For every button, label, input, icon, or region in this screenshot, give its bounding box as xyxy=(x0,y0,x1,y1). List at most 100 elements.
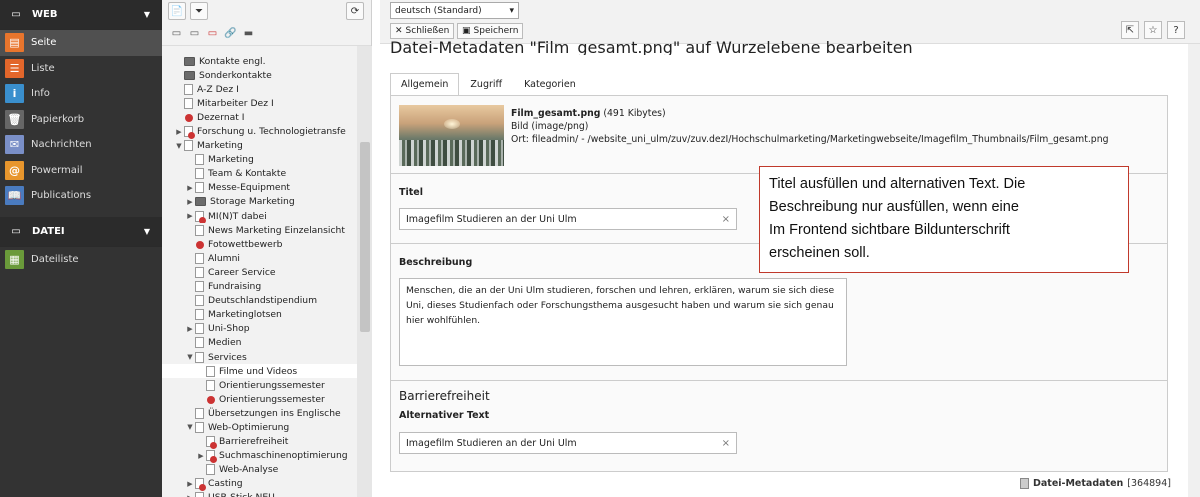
tree-node[interactable]: Medien xyxy=(162,336,358,350)
tree-node[interactable]: ▶ Suchmaschinenoptimierung xyxy=(162,449,358,463)
tree-node[interactable]: Career Service xyxy=(162,265,358,279)
module-item-dateiliste[interactable]: ▦ Dateiliste xyxy=(0,247,162,273)
tree-node[interactable]: Mitarbeiter Dez I xyxy=(162,96,358,110)
tree-node[interactable]: ▶ MI(N)T dabei xyxy=(162,209,358,224)
page-icon[interactable] xyxy=(206,464,215,476)
tree-node[interactable]: Übersetzungen ins Englische xyxy=(162,406,358,420)
alt-text-input[interactable]: Imagefilm Studieren an der Uni Ulm × xyxy=(399,432,737,454)
refresh-icon[interactable]: ⟳ xyxy=(346,2,364,20)
tree-node[interactable]: Marketing xyxy=(162,153,358,167)
tree-node[interactable]: Marketinglotsen xyxy=(162,308,358,322)
page-icon[interactable] xyxy=(195,266,204,278)
page-type-icon[interactable]: ▭ xyxy=(189,27,200,39)
expand-toggle-icon[interactable]: ▶ xyxy=(174,128,184,136)
page-icon[interactable] xyxy=(195,239,204,250)
tree-node[interactable]: News Marketing Einzelansicht xyxy=(162,223,358,237)
beschreibung-textarea[interactable]: Menschen, die an der Uni Ulm studieren, … xyxy=(399,278,847,366)
page-icon[interactable] xyxy=(195,168,204,180)
page-icon[interactable] xyxy=(184,97,193,109)
page-icon[interactable] xyxy=(184,140,193,152)
module-item-publications[interactable]: 📖 Publications xyxy=(0,183,162,209)
page-icon[interactable] xyxy=(195,154,204,166)
open-new-window-icon[interactable]: ⇱ xyxy=(1121,21,1139,39)
module-group-0[interactable]: ▭ WEB ▼ xyxy=(0,0,162,30)
tree-node[interactable]: ▶ Casting xyxy=(162,477,358,491)
folder-icon[interactable] xyxy=(195,197,206,207)
page-icon[interactable] xyxy=(195,281,204,293)
tree-node[interactable]: Team & Kontakte xyxy=(162,167,358,181)
expand-toggle-icon[interactable]: ▼ xyxy=(185,423,195,431)
module-item-powermail[interactable]: @ Powermail xyxy=(0,158,162,184)
tree-node[interactable]: Fundraising xyxy=(162,280,358,294)
tree-node[interactable]: A-Z Dez I xyxy=(162,82,358,96)
module-item-liste[interactable]: ☰ Liste xyxy=(0,56,162,82)
tree-node[interactable]: ▶ Messe-Equipment xyxy=(162,181,358,195)
expand-toggle-icon[interactable]: ▼ xyxy=(174,142,184,150)
module-item-info[interactable]: i Info xyxy=(0,81,162,107)
expand-toggle-icon[interactable]: ▶ xyxy=(185,325,195,333)
module-item-seite[interactable]: ▤ Seite xyxy=(0,30,162,56)
page-type-icon[interactable]: ▭ xyxy=(207,27,218,39)
page-icon[interactable] xyxy=(195,407,204,419)
link-icon[interactable]: 🔗 xyxy=(224,27,236,39)
module-group-1[interactable]: ▭ DATEI ▼ xyxy=(0,216,162,247)
tab-allgemein[interactable]: Allgemein xyxy=(390,73,460,96)
module-item-nachrichten[interactable]: ✉ Nachrichten xyxy=(0,132,162,158)
module-item-papierkorb[interactable]: 🗑 Papierkorb xyxy=(0,107,162,133)
expand-toggle-icon[interactable]: ▼ xyxy=(185,353,195,361)
tree-node[interactable]: ▼ Web-Optimierung xyxy=(162,420,358,434)
page-icon[interactable] xyxy=(184,83,193,95)
page-icon[interactable] xyxy=(184,126,195,139)
page-icon[interactable] xyxy=(195,492,204,497)
clear-icon[interactable]: × xyxy=(722,438,730,449)
tree-node[interactable]: ▶USB-Stick NEU xyxy=(162,491,358,497)
page-type-icon[interactable]: ▭ xyxy=(171,27,182,39)
titel-input[interactable]: Imagefilm Studieren an der Uni Ulm × xyxy=(399,208,737,230)
page-icon[interactable] xyxy=(206,379,215,391)
page-icon[interactable] xyxy=(206,450,217,463)
clear-icon[interactable]: × xyxy=(722,214,730,225)
page-icon[interactable] xyxy=(206,436,217,449)
folder-icon[interactable] xyxy=(184,56,195,66)
tree-node[interactable]: Deutschlandstipendium xyxy=(162,294,358,308)
page-icon[interactable] xyxy=(184,112,193,123)
expand-toggle-icon[interactable]: ▶ xyxy=(185,480,195,488)
language-select[interactable]: deutsch (Standard) ▾ xyxy=(390,2,519,19)
tree-scrollbar-thumb[interactable] xyxy=(360,142,370,332)
filter-icon[interactable]: ⏷ xyxy=(190,2,208,20)
help-icon[interactable]: ? xyxy=(1167,21,1185,39)
expand-toggle-icon[interactable]: ▶ xyxy=(185,184,195,192)
tab-zugriff[interactable]: Zugriff xyxy=(459,73,513,96)
folder-icon[interactable] xyxy=(184,70,195,80)
file-thumbnail[interactable] xyxy=(399,105,504,166)
tree-node[interactable]: ▶ Uni-Shop xyxy=(162,322,358,336)
tree-node[interactable]: ▶ Forschung u. Technologietransfe xyxy=(162,124,358,139)
expand-toggle-icon[interactable]: ▶ xyxy=(196,452,206,460)
page-icon[interactable] xyxy=(195,182,204,194)
new-page-icon[interactable]: 📄 xyxy=(168,2,186,20)
tree-node[interactable]: ▼ Services xyxy=(162,350,358,364)
page-icon[interactable] xyxy=(195,210,206,224)
tree-node[interactable]: Orientierungssemester xyxy=(162,378,358,392)
tree-scrollbar[interactable] xyxy=(357,46,372,497)
tree-node[interactable]: Alumni xyxy=(162,251,358,265)
content-scrollbar[interactable] xyxy=(1188,44,1200,497)
page-icon[interactable] xyxy=(195,421,204,433)
tree-node[interactable]: Web-Analyse xyxy=(162,463,358,477)
folder-icon[interactable]: ▬ xyxy=(243,27,254,39)
tree-node[interactable]: Barrierefreiheit xyxy=(162,435,358,449)
page-icon[interactable] xyxy=(195,351,204,363)
tree-node[interactable]: Sonderkontakte xyxy=(162,68,358,82)
page-icon[interactable] xyxy=(195,323,204,335)
tree-node[interactable]: Filme und Videos xyxy=(162,364,358,379)
tab-kategorien[interactable]: Kategorien xyxy=(513,73,587,96)
page-icon[interactable] xyxy=(195,337,204,349)
tree-node[interactable]: ▶ Storage Marketing xyxy=(162,195,358,209)
page-icon[interactable] xyxy=(206,394,215,405)
expand-toggle-icon[interactable]: ▶ xyxy=(185,212,195,220)
expand-toggle-icon[interactable]: ▶ xyxy=(185,198,195,206)
tree-node[interactable]: Kontakte engl. xyxy=(162,54,358,68)
page-icon[interactable] xyxy=(195,478,206,491)
tree-node[interactable]: ▼ Marketing xyxy=(162,139,358,153)
page-icon[interactable] xyxy=(195,309,204,321)
